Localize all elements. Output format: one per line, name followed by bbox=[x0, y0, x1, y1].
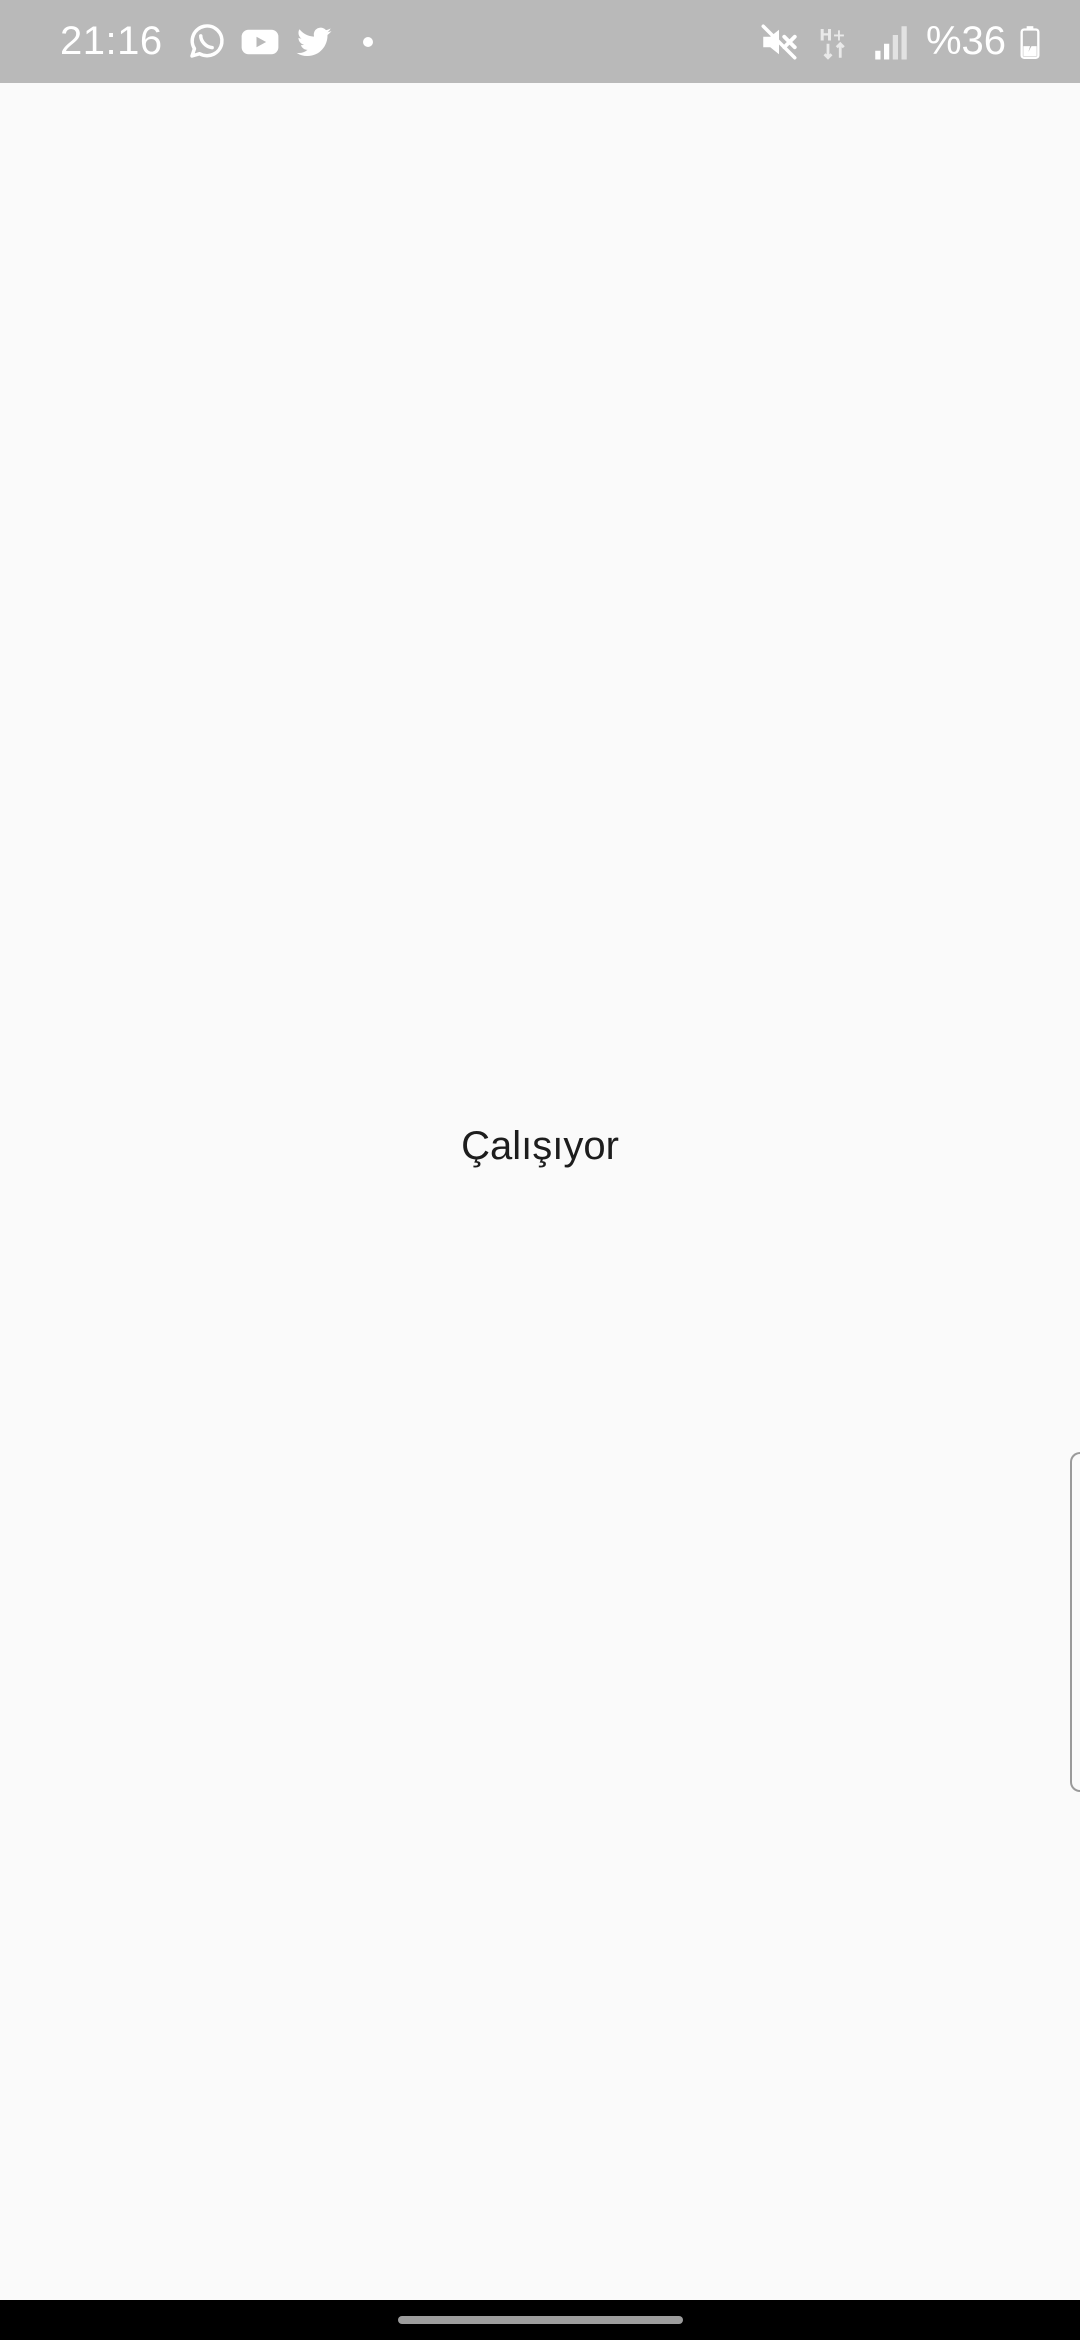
more-notifications-dot bbox=[362, 36, 373, 47]
mute-icon bbox=[758, 21, 800, 63]
battery-percentage: %36 bbox=[925, 19, 1006, 63]
whatsapp-icon bbox=[185, 21, 227, 63]
status-time: 21:16 bbox=[60, 19, 163, 63]
hplus-data-icon: H+ bbox=[814, 21, 856, 63]
svg-text:H+: H+ bbox=[819, 25, 845, 44]
status-bar-right: H+ %36 bbox=[758, 19, 1040, 64]
edge-panel-handle[interactable] bbox=[1070, 1452, 1080, 1792]
status-message: Çalışıyor bbox=[461, 1124, 619, 1168]
signal-icon bbox=[870, 21, 912, 63]
status-bar-left: 21:16 bbox=[60, 19, 373, 64]
status-bar: 21:16 H+ %36 bbox=[0, 0, 1080, 83]
navigation-bar bbox=[0, 2300, 1080, 2340]
youtube-icon bbox=[239, 21, 281, 63]
twitter-icon bbox=[293, 21, 335, 63]
home-gesture-bar[interactable] bbox=[398, 2316, 683, 2324]
battery-charging-icon bbox=[1020, 25, 1040, 59]
app-screen: 21:16 H+ %36 Çalışıyor bbox=[0, 0, 1080, 2340]
